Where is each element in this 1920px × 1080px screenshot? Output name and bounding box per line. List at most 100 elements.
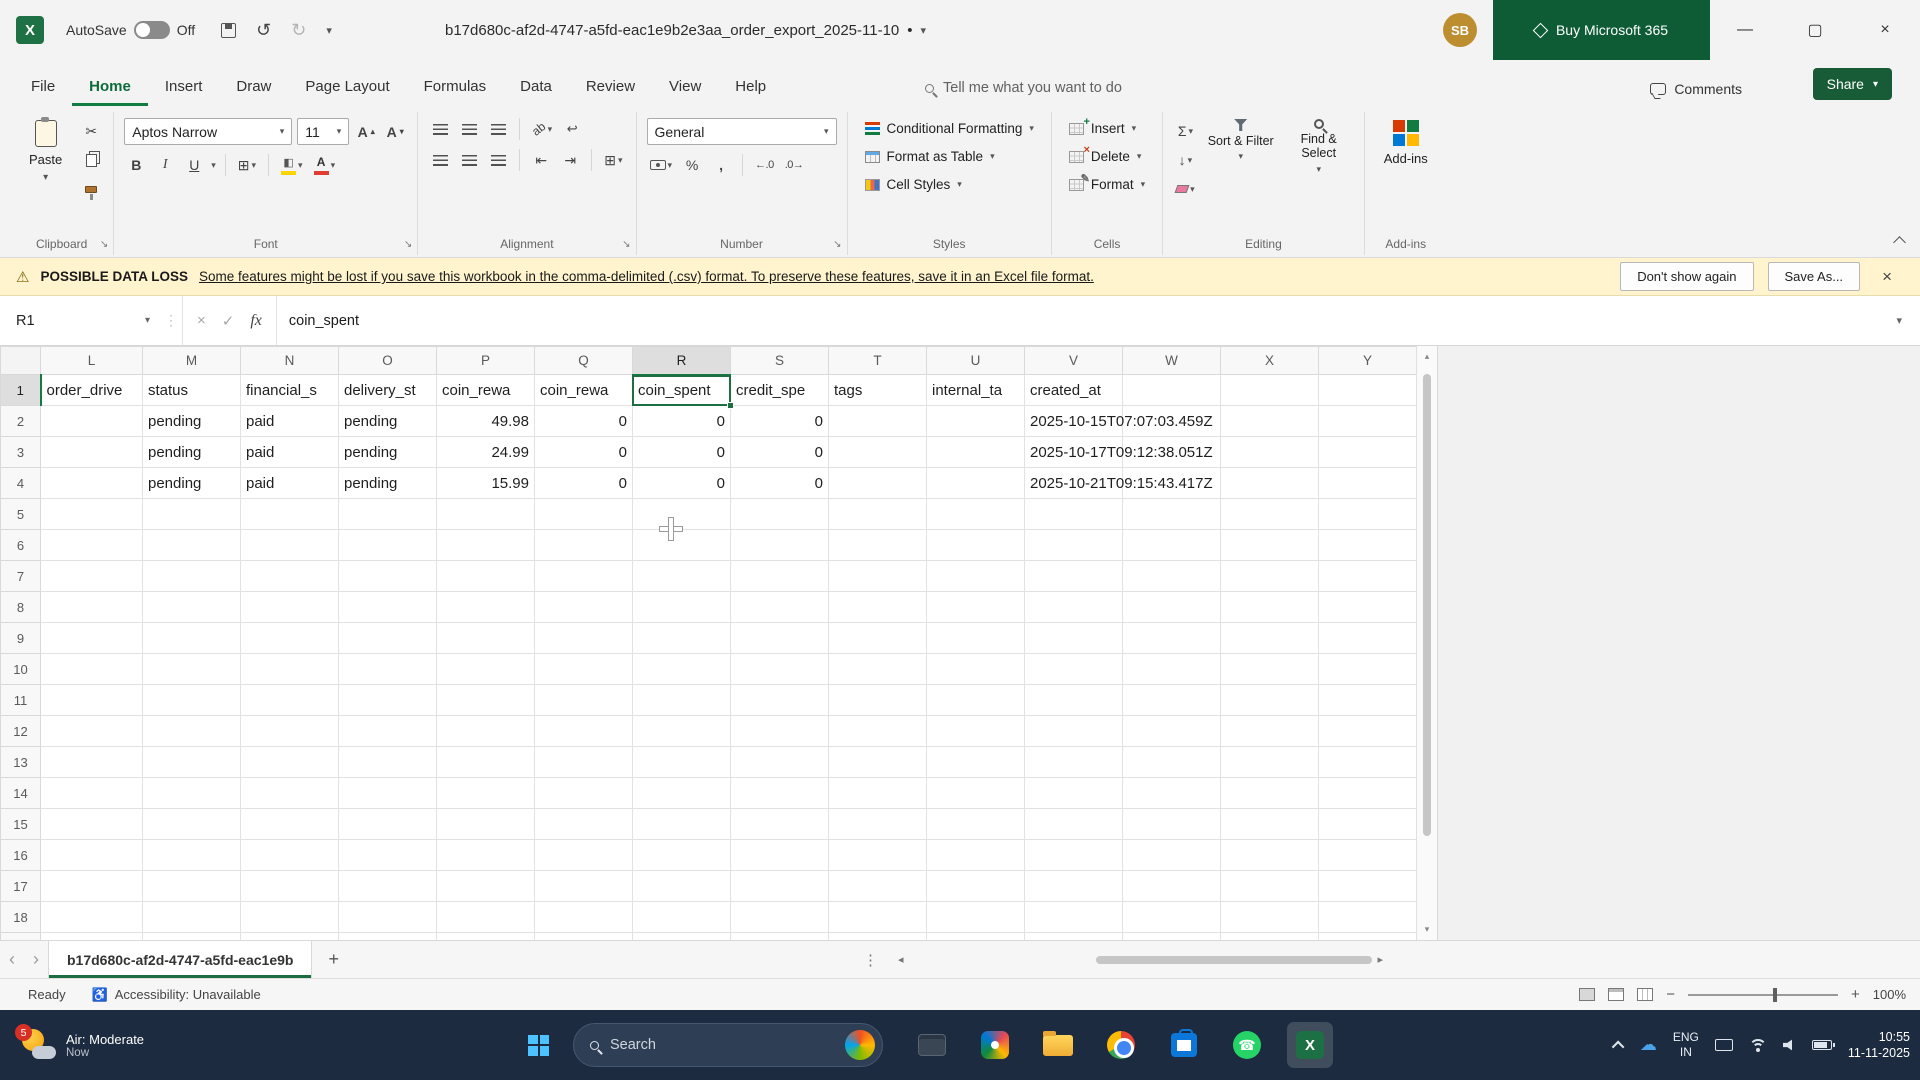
cell-S19[interactable] [730,932,829,940]
cell-N13[interactable] [240,746,339,778]
cell-Q3[interactable]: 0 [534,436,633,468]
cell-V6[interactable] [1024,529,1123,561]
cell-Y11[interactable] [1318,684,1416,716]
cell-R6[interactable] [632,529,731,561]
redo-icon[interactable]: ↻ [291,20,306,41]
cell-N12[interactable] [240,715,339,747]
cell-M4[interactable]: pending [142,467,241,499]
restore-button[interactable]: ▢ [1780,0,1850,60]
align-right-button[interactable] [486,149,510,171]
cell-N14[interactable] [240,777,339,809]
cell-Y1[interactable] [1318,374,1416,406]
clipboard-dialog-launcher-icon[interactable]: ↘ [100,239,108,250]
cell-S18[interactable] [730,901,829,933]
cell-X2[interactable] [1220,405,1319,437]
cell-O8[interactable] [338,591,437,623]
cell-O15[interactable] [338,808,437,840]
active-sheet-tab[interactable]: b17d680c-af2d-4747-a5fd-eac1e9b [48,941,313,978]
conditional-formatting-button[interactable]: Conditional Formatting ▾ [858,116,1041,141]
cell-W8[interactable] [1122,591,1221,623]
row-header-14[interactable]: 14 [0,777,41,809]
cell-U19[interactable] [926,932,1025,940]
row-header-6[interactable]: 6 [0,529,41,561]
cell-R16[interactable] [632,839,731,871]
vertical-scrollbar[interactable]: ▴ ▾ [1416,346,1438,940]
cell-Q8[interactable] [534,591,633,623]
warning-message-link[interactable]: Some features might be lost if you save … [199,269,1094,284]
cell-V13[interactable] [1024,746,1123,778]
cell-N16[interactable] [240,839,339,871]
cell-X11[interactable] [1220,684,1319,716]
cell-N1[interactable]: financial_s [240,374,339,406]
cell-X16[interactable] [1220,839,1319,871]
chrome-icon[interactable] [1098,1022,1144,1068]
underline-button[interactable]: U [182,154,206,176]
column-header-T[interactable]: T [828,346,927,375]
cell-M19[interactable] [142,932,241,940]
cell-T2[interactable] [828,405,927,437]
autosave-toggle[interactable] [133,21,170,39]
cell-V3[interactable]: 2025-10-17T09:12:38.051Z [1024,436,1213,468]
cell-Q12[interactable] [534,715,633,747]
column-header-L[interactable]: L [40,346,143,375]
cell-M8[interactable] [142,591,241,623]
find-select-button[interactable]: Find & Select ▾ [1284,114,1354,200]
cell-X5[interactable] [1220,498,1319,530]
cell-U18[interactable] [926,901,1025,933]
dismiss-warning-icon[interactable]: × [1874,267,1900,287]
insert-cells-button[interactable]: + Insert ▾ [1062,116,1152,141]
row-header-11[interactable]: 11 [0,684,41,716]
fill-handle[interactable] [727,402,734,409]
cell-S8[interactable] [730,591,829,623]
buy-microsoft-365-button[interactable]: Buy Microsoft 365 [1493,0,1710,60]
cut-button[interactable]: ✂ [79,120,103,142]
horizontal-scrollbar-track[interactable] [908,952,1374,967]
cancel-entry-icon[interactable]: × [197,312,206,329]
cell-M3[interactable]: pending [142,436,241,468]
cell-L6[interactable] [40,529,143,561]
cell-Q10[interactable] [534,653,633,685]
cell-R8[interactable] [632,591,731,623]
cell-W16[interactable] [1122,839,1221,871]
cell-N19[interactable] [240,932,339,940]
cell-V5[interactable] [1024,498,1123,530]
cell-P6[interactable] [436,529,535,561]
cell-T11[interactable] [828,684,927,716]
column-header-O[interactable]: O [338,346,437,375]
save-icon[interactable] [221,22,237,38]
cell-L1[interactable]: order_drive [40,374,143,406]
column-header-S[interactable]: S [730,346,829,375]
cell-N9[interactable] [240,622,339,654]
cell-R15[interactable] [632,808,731,840]
cell-Q14[interactable] [534,777,633,809]
cell-M17[interactable] [142,870,241,902]
cell-T8[interactable] [828,591,927,623]
zoom-level[interactable]: 100% [1873,987,1906,1002]
insert-function-icon[interactable]: fx [250,312,262,330]
cell-R3[interactable]: 0 [632,436,731,468]
comma-style-button[interactable]: , [709,154,733,176]
cell-S9[interactable] [730,622,829,654]
cell-L7[interactable] [40,560,143,592]
onedrive-cloud-icon[interactable]: ☁ [1640,1035,1657,1055]
customize-qat-chevron-icon[interactable]: ▾ [326,24,332,37]
cell-M5[interactable] [142,498,241,530]
decrease-decimal-button[interactable]: .0→ [782,154,807,176]
close-button[interactable]: × [1850,0,1920,60]
cell-V9[interactable] [1024,622,1123,654]
name-box[interactable]: R1 ▾ [0,296,160,345]
cell-R9[interactable] [632,622,731,654]
cell-Q6[interactable] [534,529,633,561]
cell-N8[interactable] [240,591,339,623]
cell-Q11[interactable] [534,684,633,716]
cell-R7[interactable] [632,560,731,592]
cell-V16[interactable] [1024,839,1123,871]
cell-R14[interactable] [632,777,731,809]
cell-S7[interactable] [730,560,829,592]
cell-L18[interactable] [40,901,143,933]
cell-R17[interactable] [632,870,731,902]
cell-O10[interactable] [338,653,437,685]
column-header-Q[interactable]: Q [534,346,633,375]
cell-U10[interactable] [926,653,1025,685]
page-layout-view-icon[interactable] [1608,988,1625,1001]
